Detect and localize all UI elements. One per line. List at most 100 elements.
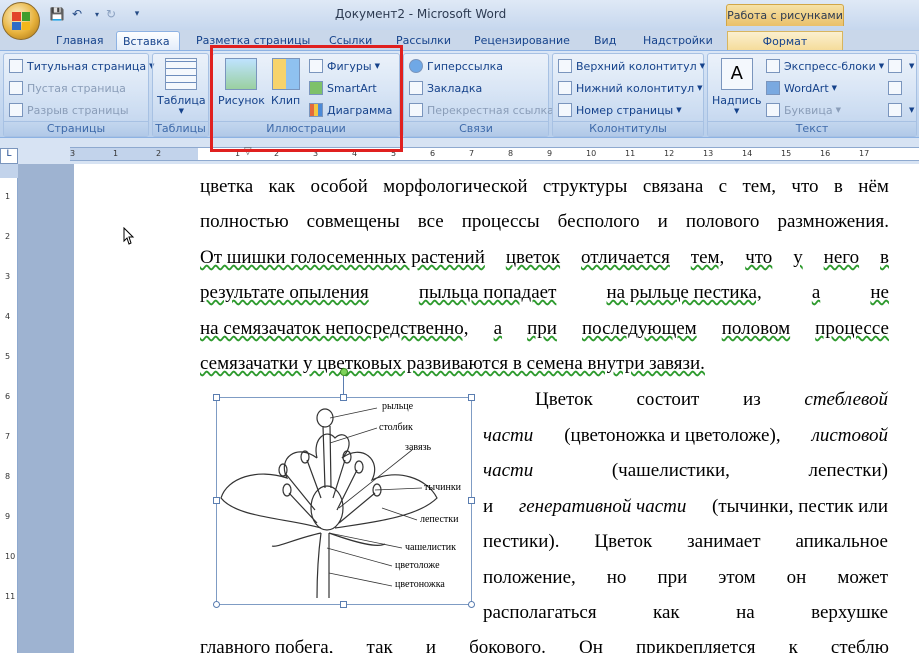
footer-button[interactable]: Нижний колонтитул ▼ xyxy=(558,78,703,98)
save-icon[interactable]: 💾 xyxy=(48,5,66,23)
tab-view[interactable]: Вид xyxy=(588,31,622,50)
vertical-ruler[interactable]: 1 2 3 4 5 6 7 8 9 10 11 xyxy=(0,164,18,653)
text-word: с xyxy=(718,176,728,197)
tab-review[interactable]: Рецензирование xyxy=(468,31,576,50)
ruler-tick-label: 3 xyxy=(70,149,76,158)
label-style: столбик xyxy=(379,422,413,433)
text-line[interactable]: результате опыления пыльца попадает на рыл… xyxy=(200,282,889,306)
header-button[interactable]: Верхний колонтитул ▼ xyxy=(558,56,705,76)
page-number-button[interactable]: Номер страницы ▼ xyxy=(558,100,682,120)
hyperlink-button[interactable]: Гиперссылка xyxy=(409,56,503,76)
text-word: (тычинки, пестик или xyxy=(712,496,888,517)
textbox-button[interactable]: A Надпись ▼ xyxy=(712,58,762,115)
blank-page-button[interactable]: Пустая страница xyxy=(9,78,126,98)
rotate-handle[interactable] xyxy=(340,368,348,376)
tab-home[interactable]: Главная xyxy=(50,31,110,50)
tab-selector-button[interactable]: L xyxy=(0,148,18,164)
horizontal-ruler[interactable]: 31211234567891011121314151617 ▽ xyxy=(70,146,919,161)
object-icon xyxy=(888,103,902,117)
undo-icon[interactable]: ↶ xyxy=(68,5,86,23)
resize-handle-w[interactable] xyxy=(213,497,220,504)
qat-customize-icon[interactable]: ▾ xyxy=(128,5,146,23)
ruler-tick-label: 12 xyxy=(664,149,675,158)
text-word: Цветок xyxy=(594,531,653,552)
text-word: в xyxy=(833,176,843,197)
label-stamens: тычинки xyxy=(424,482,462,493)
tab-format[interactable]: Формат xyxy=(727,31,843,50)
ribbon: Титульная страница▼ Пустая страница Разр… xyxy=(0,50,919,138)
text-word: состоит xyxy=(636,389,700,410)
resize-handle-nw[interactable] xyxy=(213,394,220,401)
text-line-wrapped[interactable]: располагаться как на верхушке xyxy=(483,602,888,626)
quick-parts-button[interactable]: Экспресс-блоки ▼ xyxy=(766,56,884,76)
redo-icon[interactable]: ↻ xyxy=(102,5,120,23)
ruler-tick-label: 14 xyxy=(742,149,753,158)
text-word: как xyxy=(653,602,680,623)
table-button[interactable]: Таблица ▼ xyxy=(157,58,206,115)
wordart-button[interactable]: WordArt ▼ xyxy=(766,78,837,98)
text-line[interactable]: От шишки голосеменных растений цветок отли… xyxy=(200,247,889,271)
object-button[interactable]: ▼ xyxy=(888,100,914,120)
ruler-tick-label: 15 xyxy=(781,149,792,158)
text-line-wrapped[interactable]: пестики). Цветок занимает апикальное xyxy=(483,531,888,555)
ruler-left-margin xyxy=(70,148,198,160)
resize-handle-ne[interactable] xyxy=(468,394,475,401)
text-word: он xyxy=(786,567,807,588)
tab-insert[interactable]: Вставка xyxy=(116,31,180,50)
office-button[interactable] xyxy=(2,2,40,40)
text-word: как xyxy=(268,176,296,197)
bookmark-button[interactable]: Закладка xyxy=(409,78,482,98)
signature-line-icon xyxy=(888,59,902,73)
text-word: занимает xyxy=(687,531,761,552)
ruler-tick-label: 13 xyxy=(703,149,714,158)
dropdown-arrow-icon: ▼ xyxy=(909,106,915,114)
resize-handle-se[interactable] xyxy=(468,601,475,608)
dropcap-button[interactable]: Буквица ▼ xyxy=(766,100,841,120)
text-word: на xyxy=(736,602,755,623)
text-line[interactable]: на семязачаток непосредственно, а при после… xyxy=(200,318,889,342)
text-word: стеблевой xyxy=(804,389,888,410)
ruler-top-margin xyxy=(0,164,18,178)
text-word: последующем xyxy=(581,318,697,339)
cross-reference-button[interactable]: Перекрестная ссылка xyxy=(409,100,554,120)
text-line-wrapped[interactable]: и генеративной части (тычинки, пестик или xyxy=(483,496,888,520)
resize-handle-e[interactable] xyxy=(468,497,475,504)
text-word: может xyxy=(837,567,888,588)
cover-page-button[interactable]: Титульная страница▼ xyxy=(9,56,154,76)
ruler-tick-label: 8 xyxy=(5,472,11,481)
ruler-tick-label: 11 xyxy=(5,592,16,601)
text-word: результате опыления xyxy=(200,282,369,303)
text-word: От шишки голосеменных растений xyxy=(200,247,485,268)
resize-handle-n[interactable] xyxy=(340,394,347,401)
text-line[interactable]: цветка как особой морфологической структуры с… xyxy=(200,176,889,200)
text-word: тем, xyxy=(742,176,777,197)
text-line-wrapped[interactable]: Цветок состоит из стеблевой xyxy=(483,389,888,413)
text-line[interactable]: полностью совмещены все процессы бесполого и п… xyxy=(200,211,889,235)
text-line[interactable]: главного побега, так и бокового. Он прикрепля… xyxy=(200,637,889,653)
text-word: части xyxy=(483,460,534,481)
date-time-button[interactable] xyxy=(888,78,906,98)
text-line-wrapped[interactable]: положение, но при этом он может xyxy=(483,567,888,591)
label-sepal: чашелистик xyxy=(405,542,456,553)
text-word: цветка xyxy=(200,176,254,197)
group-text: A Надпись ▼ Экспресс-блоки ▼ WordArt ▼ Бук… xyxy=(707,53,917,137)
ruler-tick-label: 3 xyxy=(5,272,11,281)
text-word: совмещены xyxy=(306,211,400,232)
text-word: семязачатки у цветковых развиваются в се… xyxy=(200,353,705,374)
text-word: Цветок xyxy=(535,389,593,410)
tab-addins[interactable]: Надстройки xyxy=(637,31,719,50)
text-word: на рыльце пестика, xyxy=(606,282,762,303)
text-word: пестики). xyxy=(483,531,560,552)
resize-handle-sw[interactable] xyxy=(213,601,220,608)
page-break-button[interactable]: Разрыв страницы xyxy=(9,100,129,120)
ruler-tick-label: 7 xyxy=(469,149,475,158)
signature-line-button[interactable]: ▼ xyxy=(888,56,914,76)
flower-diagram-image[interactable]: рыльце столбик завязь тычинки лепестки ч… xyxy=(216,397,472,605)
text-line[interactable]: семязачатки у цветковых развиваются в се… xyxy=(200,353,705,377)
text-line-wrapped[interactable]: части (чашелистики, лепестки) xyxy=(483,460,888,484)
label-petals: лепестки xyxy=(420,514,459,525)
label-ovary: завязь xyxy=(405,442,432,453)
label-receptacle: цветоложе xyxy=(395,560,440,571)
text-line-wrapped[interactable]: части (цветоножка и цветоложе), листовой xyxy=(483,425,888,449)
resize-handle-s[interactable] xyxy=(340,601,347,608)
